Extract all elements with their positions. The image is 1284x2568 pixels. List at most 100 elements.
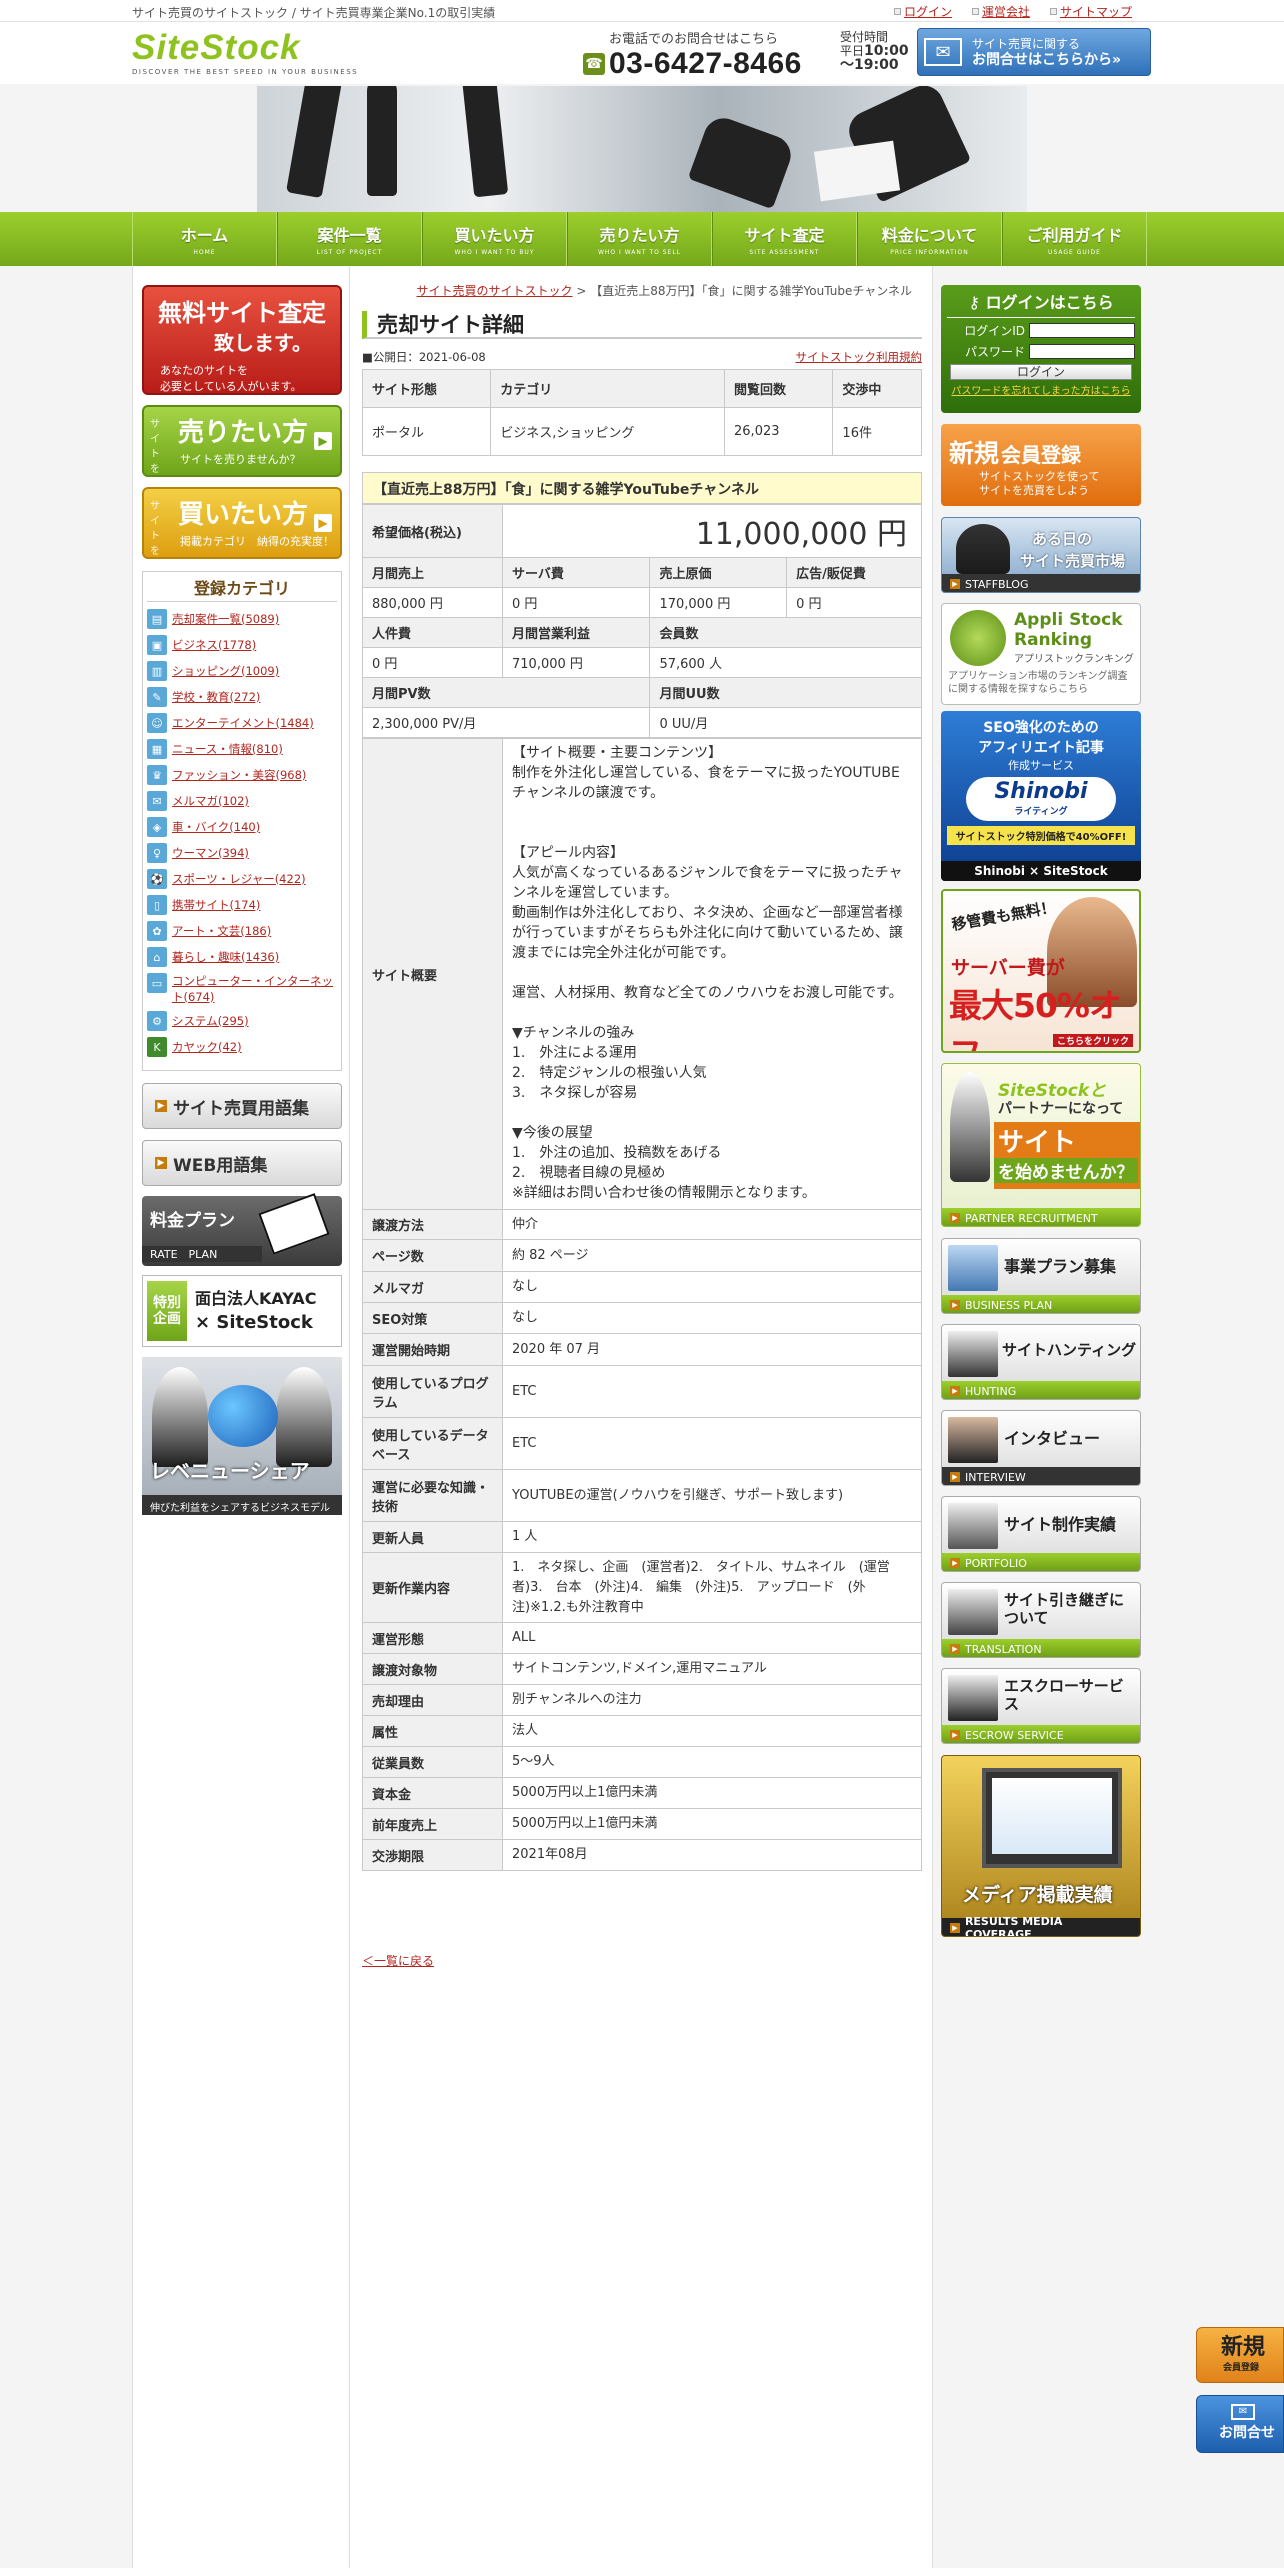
translation-banner[interactable]: サイト引き継ぎについて ▶ TRANSLATION bbox=[941, 1582, 1141, 1658]
nav-buy[interactable]: 買いたい方 WHO I WANT TO BUY bbox=[422, 212, 567, 266]
nav-projects[interactable]: 案件一覧 LIST OF PROJECT bbox=[277, 212, 422, 266]
banner-footer: HUNTING bbox=[965, 1384, 1017, 1398]
sell-banner[interactable]: サイトを 売りたい方 サイトを売りませんか？ ▶ bbox=[142, 405, 342, 477]
login-id-input[interactable] bbox=[1029, 323, 1135, 338]
revenue-share-banner[interactable]: レベニューシェア 伸びた利益をシェアするビジネスモデル bbox=[142, 1357, 342, 1515]
banner-footer: BUSINESS PLAN bbox=[965, 1298, 1053, 1312]
category-link[interactable]: カヤック(42) bbox=[172, 1039, 242, 1055]
banner-title: 買いたい方 bbox=[178, 500, 309, 530]
shinobi-banner[interactable]: SEO強化のための アフィリエイト記事 作成サービス Shinobi ライティング… bbox=[941, 711, 1141, 881]
back-to-list-link[interactable]: ＜一覧に戻る bbox=[362, 1952, 434, 1969]
floating-contact-button[interactable]: ✉ お問合せ bbox=[1196, 2395, 1284, 2453]
floating-register-button[interactable]: 新規 会員登録 bbox=[1196, 2327, 1284, 2383]
nav-guide[interactable]: ご利用ガイド USAGE GUIDE bbox=[1002, 212, 1147, 266]
register-banner[interactable]: 新規 会員登録 サイトストックを使って サイトを売買をしよう bbox=[941, 424, 1141, 506]
category-link[interactable]: 暮らし・趣味(1436) bbox=[172, 949, 279, 965]
terms-link[interactable]: サイトストック利用規約 bbox=[796, 349, 923, 365]
table-header: 月間UU数 bbox=[649, 677, 922, 708]
forgot-password-link[interactable]: パスワードを忘れてしまった方はこちら bbox=[947, 382, 1135, 397]
breadcrumb-home[interactable]: サイト売買のサイトストック bbox=[417, 284, 573, 298]
banner-title: Appli Stock bbox=[1014, 610, 1123, 630]
arrow-right-icon: ▶ bbox=[155, 1157, 167, 1169]
category-link[interactable]: ビジネス(1778) bbox=[172, 637, 256, 653]
buy-banner[interactable]: サイトを 買いたい方 掲載カテゴリ 納得の充実度！ ▶ bbox=[142, 487, 342, 559]
sitemap-link[interactable]: サイトマップ bbox=[1060, 3, 1132, 20]
detail-value: YOUTUBEの運営(ノウハウを引継ぎ、サポート致します) bbox=[502, 1469, 922, 1522]
banner-subtitle: 伸びた利益をシェアするビジネスモデル bbox=[142, 1495, 342, 1515]
nav-price[interactable]: 料金について PRICE INFORMATION bbox=[857, 212, 1002, 266]
kayac-icon: K bbox=[147, 1037, 167, 1057]
category-link[interactable]: ファッション・美容(968) bbox=[172, 767, 306, 783]
staff-blog-banner[interactable]: ある日の サイト売買市場 ▶ STAFFBLOG bbox=[941, 517, 1141, 593]
business-plan-banner[interactable]: 事業プラン募集 ▶ BUSINESS PLAN bbox=[941, 1238, 1141, 1314]
category-link[interactable]: 車・バイク(140) bbox=[172, 819, 260, 835]
free-assessment-banner[interactable]: 無料サイト査定 致します。 あなたのサイトを 必要としている人がいます。 bbox=[142, 285, 342, 395]
login-button[interactable]: ログイン bbox=[950, 364, 1132, 380]
arrow-right-icon: ▶ bbox=[155, 1100, 167, 1112]
category-link[interactable]: ウーマン(394) bbox=[172, 845, 249, 861]
contact-button[interactable]: ✉ サイト売買に関する お問合せはこちらから» bbox=[917, 28, 1151, 76]
hunting-banner[interactable]: サイトハンティング ▶ HUNTING bbox=[941, 1324, 1141, 1400]
category-link[interactable]: メルマガ(102) bbox=[172, 793, 249, 809]
nav-label: ホーム bbox=[180, 226, 229, 245]
portfolio-banner[interactable]: サイト制作実績 ▶ PORTFOLIO bbox=[941, 1496, 1141, 1572]
nav-assessment[interactable]: サイト査定 SITE ASSESSMENT bbox=[712, 212, 857, 266]
table-cell: 710,000 円 bbox=[501, 647, 651, 678]
category-link[interactable]: エンターテイメント(1484) bbox=[172, 715, 314, 731]
media-coverage-banner[interactable]: メディア掲載実績 ▶ RESULTS MEDIA COVERAGE bbox=[941, 1755, 1141, 1937]
hero-image bbox=[257, 86, 1027, 212]
interview-banner[interactable]: インタビュー ▶ INTERVIEW bbox=[941, 1410, 1141, 1486]
banner-title2: を始めませんか？ bbox=[994, 1158, 1138, 1183]
app-ranking-banner[interactable]: Appli Stock Ranking アプリストックランキング アプリケーショ… bbox=[941, 603, 1141, 705]
web-glossary-button[interactable]: ▶ WEB用語集 bbox=[142, 1140, 342, 1186]
category-link[interactable]: ショッピング(1009) bbox=[172, 663, 279, 679]
company-link[interactable]: 運営会社 bbox=[982, 3, 1030, 20]
banner-text: サイトストックを使って bbox=[979, 470, 1100, 483]
table-cell: 2,300,000 PV/月 bbox=[361, 707, 651, 738]
site-logo[interactable]: SiteStock DISCOVER THE BEST SPEED IN YOU… bbox=[132, 30, 358, 77]
banner-title2: サイト売買市場 bbox=[1020, 552, 1126, 570]
password-input[interactable] bbox=[1029, 344, 1135, 359]
banner-title: インタビュー bbox=[1004, 1429, 1101, 1448]
price-value: 11,000,000 円 bbox=[502, 504, 922, 558]
category-link[interactable]: ニュース・情報(810) bbox=[172, 741, 283, 757]
server-discount-banner[interactable]: 移管費も無料！ サーバー費が 最大50%オフ こちらをクリック bbox=[941, 889, 1141, 1053]
category-link[interactable]: 学校・教育(272) bbox=[172, 689, 260, 705]
kayac-banner[interactable]: 特別企画 面白法人KAYAC × SiteStock bbox=[142, 1275, 342, 1347]
banner-text: SEO強化のための bbox=[983, 720, 1099, 736]
partner-banner[interactable]: SiteStockと パートナーになって サイトM&A を始めませんか？ ▶PA… bbox=[941, 1063, 1141, 1227]
banner-text2: 必要としている人がいます。 bbox=[160, 380, 302, 393]
table-cell: 0 UU/月 bbox=[649, 707, 922, 738]
car-icon: ◈ bbox=[147, 817, 167, 837]
nav-sublabel: WHO I WANT TO BUY bbox=[454, 249, 535, 256]
banner-title: 売りたい方 bbox=[178, 418, 309, 448]
nav-label: サイト査定 bbox=[744, 226, 825, 245]
banner-title: 新規 bbox=[949, 439, 1000, 468]
click-here-text: こちらをクリック bbox=[1052, 1034, 1133, 1047]
category-link[interactable]: 売却案件一覧(5089) bbox=[172, 611, 279, 627]
nav-sell[interactable]: 売りたい方 WHO I WANT TO SELL bbox=[567, 212, 712, 266]
banner-vertical-text: サイトを bbox=[150, 419, 160, 475]
escrow-banner[interactable]: エスクローサービス ▶ ESCROW SERVICE bbox=[941, 1668, 1141, 1744]
category-link[interactable]: スポーツ・レジャー(422) bbox=[172, 871, 306, 887]
category-link[interactable]: 携帯サイト(174) bbox=[172, 897, 260, 913]
banner-footer: PORTFOLIO bbox=[965, 1556, 1027, 1570]
table-header: カテゴリ bbox=[490, 369, 726, 408]
table-cell: 880,000 円 bbox=[362, 587, 503, 618]
list-item: ♛ ファッション・美容(968) bbox=[147, 762, 337, 788]
detail-label: 使用しているデータベース bbox=[362, 1417, 503, 1470]
category-link[interactable]: コンピューター・インターネット(674) bbox=[172, 973, 337, 1005]
category-link[interactable]: システム(295) bbox=[172, 1013, 249, 1029]
top-bar: サイト売買のサイトストック / サイト売買専業企業No.1の取引実績 ログイン … bbox=[0, 0, 1284, 22]
nav-home[interactable]: ホーム HOME bbox=[132, 212, 277, 266]
login-link[interactable]: ログイン bbox=[904, 3, 952, 20]
bullet-icon bbox=[1049, 8, 1057, 15]
login-title: ログインはこちら bbox=[985, 293, 1114, 312]
nav-sublabel: WHO I WANT TO SELL bbox=[597, 249, 682, 256]
rate-plan-banner[interactable]: 料金プラン RATE PLAN bbox=[142, 1193, 342, 1266]
financial-table: 希望価格(税込) 11,000,000 円 月間売上 サーバ費 売上原価 広告/… bbox=[361, 504, 922, 738]
person-image bbox=[948, 1331, 998, 1377]
overview-label: サイト概要 bbox=[362, 738, 503, 1210]
site-glossary-button[interactable]: ▶ サイト売買用語集 bbox=[142, 1083, 342, 1129]
category-link[interactable]: アート・文芸(186) bbox=[172, 923, 271, 939]
